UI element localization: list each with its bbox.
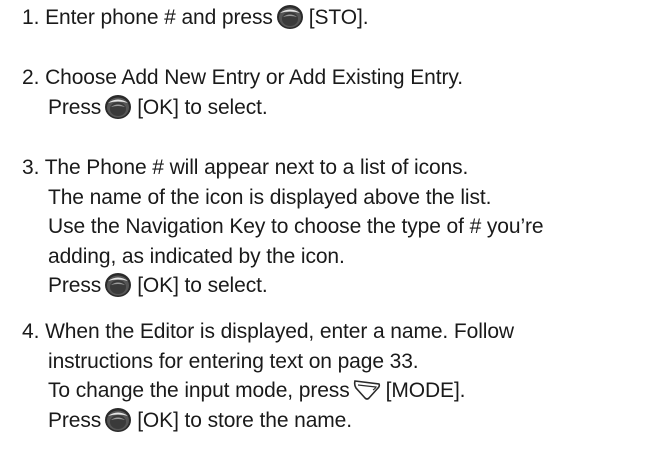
step-text: instructions for entering text on page 3… [48, 349, 419, 373]
key-label: [STO]. [308, 6, 369, 29]
step-1: 1. Enter phone # and press [STO]. [22, 3, 662, 33]
center-ok-key-icon [276, 5, 303, 29]
center-ok-key-icon [105, 273, 132, 297]
step-1-line-1: 1. Enter phone # and press [STO]. [22, 3, 662, 33]
step-4-line-2: instructions for entering text on page 3… [22, 347, 662, 377]
step-3-line-2: The name of the icon is displayed above … [22, 183, 662, 213]
key-label: [OK] to select. [137, 95, 268, 119]
step-text: Choose Add New Entry or Add Existing Ent… [45, 66, 463, 89]
step-text: Press [48, 95, 102, 119]
step-text: adding, as indicated by the icon. [48, 244, 345, 268]
step-4-line-4: Press [OK] to store the name. [22, 406, 662, 436]
step-text: Enter phone # and press [45, 6, 273, 29]
step-number: 4. [22, 320, 40, 343]
step-3-line-3: Use the Navigation Key to choose the typ… [22, 212, 662, 242]
center-ok-key-icon [105, 94, 132, 119]
step-text: When the Editor is displayed, enter a na… [45, 320, 514, 343]
step-3: 3. The Phone # will appear next to a lis… [22, 153, 662, 301]
center-ok-key-icon [105, 407, 132, 432]
step-text: Press [48, 408, 102, 432]
step-3-line-4: adding, as indicated by the icon. [22, 242, 662, 272]
step-2-line-1: 2. Choose Add New Entry or Add Existing … [22, 63, 662, 93]
step-number: 1. [22, 6, 40, 29]
key-label: [OK] to select. [137, 274, 268, 297]
step-text: The Phone # will appear next to a list o… [44, 156, 469, 179]
instruction-page: 1. Enter phone # and press [STO]. 2. Choo… [0, 0, 664, 466]
step-text: The name of the icon is displayed above … [48, 185, 492, 209]
step-2-line-2: Press [OK] to select. [22, 93, 662, 123]
key-label: [MODE]. [385, 379, 466, 402]
step-text: To change the input mode, press [48, 379, 350, 402]
step-number: 2. [22, 66, 40, 89]
step-4: 4. When the Editor is displayed, enter a… [22, 317, 662, 435]
step-2: 2. Choose Add New Entry or Add Existing … [22, 63, 662, 122]
step-text: Press [48, 274, 102, 297]
step-3-line-1: 3. The Phone # will appear next to a lis… [22, 153, 662, 183]
step-text: Use the Navigation Key to choose the typ… [48, 215, 544, 238]
step-3-line-5: Press [OK] to select. [22, 271, 662, 301]
step-4-line-1: 4. When the Editor is displayed, enter a… [22, 317, 662, 347]
step-number: 3. [22, 156, 40, 179]
step-4-line-3: To change the input mode, press [MODE]. [22, 376, 662, 406]
key-label: [OK] to store the name. [137, 408, 352, 432]
right-soft-key-icon [353, 380, 380, 400]
